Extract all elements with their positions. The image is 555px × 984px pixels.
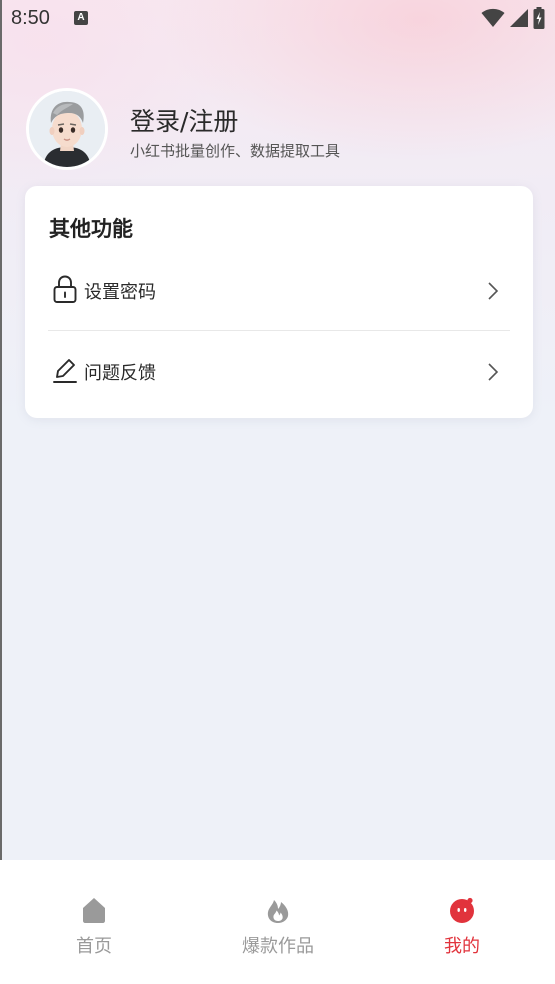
lock-icon [53,275,77,303]
edit-icon [53,359,77,383]
profile-face-icon [450,897,474,923]
profile-subtitle: 小红书批量创作、数据提取工具 [130,142,341,160]
nav-label: 首页 [76,936,112,957]
nav-label: 爆款作品 [242,936,314,957]
bottom-navigation: 首页 爆款作品 我的 [0,860,555,984]
chevron-right-icon [488,363,499,381]
nav-tab-hot-works[interactable]: 爆款作品 [218,860,338,984]
user-avatar[interactable] [26,88,108,170]
nav-label: 我的 [444,936,480,957]
status-bar: 8:50 A [0,0,555,38]
login-register-link[interactable]: 登录/注册 [130,102,238,138]
flame-icon [267,900,289,923]
signal-icon [510,9,528,27]
card-title: 其他功能 [49,217,133,241]
wifi-icon [481,8,505,27]
menu-item-label: 问题反馈 [84,363,156,384]
battery-charging-icon [533,7,545,29]
divider [48,330,510,331]
chevron-right-icon [488,282,499,300]
status-icons [481,7,545,29]
menu-item-set-password[interactable]: 设置密码 [48,260,510,320]
nav-tab-mine[interactable]: 我的 [402,860,522,984]
a-badge-icon: A [74,11,88,25]
status-time: 8:50 [11,7,50,29]
window-edge [0,0,2,984]
nav-tab-home[interactable]: 首页 [34,860,154,984]
menu-item-feedback[interactable]: 问题反馈 [48,341,510,401]
other-features-card: 其他功能 设置密码 问题反馈 [25,186,533,418]
home-icon [83,898,105,923]
menu-item-label: 设置密码 [84,282,156,303]
